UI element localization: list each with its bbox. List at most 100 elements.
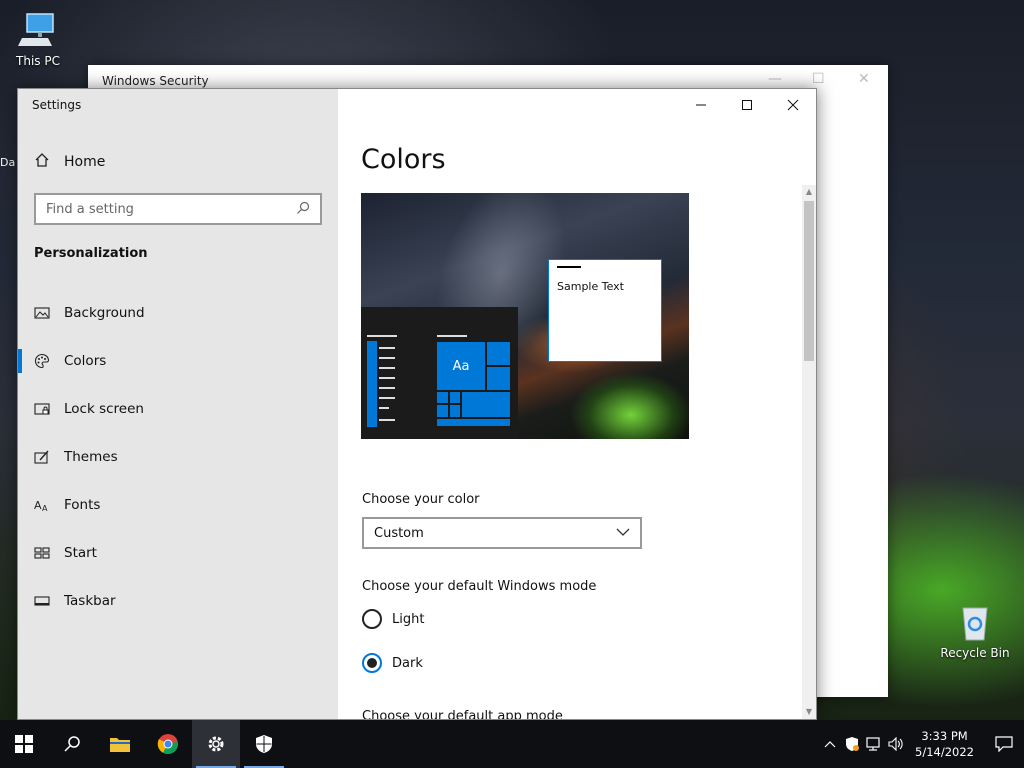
sidebar-item-label: Start [64, 545, 97, 561]
search-box[interactable] [34, 193, 322, 225]
network-icon [866, 737, 880, 751]
home-nav-item[interactable]: Home [34, 152, 105, 172]
search-input[interactable] [46, 201, 296, 217]
svg-text:A: A [34, 499, 42, 512]
file-explorer-button[interactable] [96, 720, 144, 768]
settings-button[interactable] [192, 720, 240, 768]
page-title: Colors [361, 144, 446, 175]
minimize-button[interactable] [678, 89, 724, 121]
shield-warning-icon [846, 737, 860, 751]
windows-mode-label: Choose your default Windows mode [362, 579, 597, 594]
desktop-icon-this-pc[interactable]: This PC [3, 10, 73, 68]
sidebar-item-colors[interactable]: Colors [18, 337, 338, 385]
desktop-icon-recycle-bin[interactable]: Recycle Bin [940, 602, 1010, 660]
desktop-icon-label: Recycle Bin [940, 646, 1010, 660]
radio-circle [362, 609, 382, 629]
search-button[interactable] [48, 720, 96, 768]
preview-tile [436, 418, 511, 427]
sidebar-item-taskbar[interactable]: Taskbar [18, 577, 338, 625]
desktop-icon-label: This PC [16, 54, 60, 68]
windows-security-icon [256, 735, 272, 753]
computer-icon [18, 10, 58, 50]
notification-icon [995, 736, 1013, 752]
sidebar-item-start[interactable]: Start [18, 529, 338, 577]
settings-icon [208, 736, 224, 752]
network-button[interactable] [863, 720, 885, 768]
action-center-button[interactable] [984, 720, 1024, 768]
brush-icon [34, 449, 50, 465]
scroll-up-arrow[interactable]: ▲ [802, 185, 816, 199]
radio-label: Light [392, 611, 425, 627]
sidebar-item-lock-screen[interactable]: Lock screen [18, 385, 338, 433]
clock-date: 5/14/2022 [915, 745, 974, 759]
picture-icon [34, 305, 50, 321]
sidebar-item-label: Lock screen [64, 401, 144, 417]
theme-preview: Aa Sample Text [361, 193, 689, 439]
scroll-thumb[interactable] [804, 201, 814, 361]
taskbar-icon [34, 593, 50, 609]
sidebar-item-label: Themes [64, 449, 118, 465]
preview-sample-window: Sample Text [548, 259, 662, 362]
lock-screen-icon [34, 401, 50, 417]
desktop-icon-partial-label: Da [0, 156, 16, 169]
sidebar-item-themes[interactable]: Themes [18, 433, 338, 481]
scroll-down-arrow[interactable]: ▼ [802, 705, 816, 719]
windows-mode-light-radio[interactable]: Light [362, 609, 424, 629]
palette-icon [34, 353, 50, 369]
choose-color-label: Choose your color [362, 492, 480, 507]
search-icon[interactable] [296, 200, 310, 219]
section-header: Personalization [34, 246, 148, 261]
start-icon [15, 735, 33, 753]
windows-security-button[interactable] [240, 720, 288, 768]
maximize-button[interactable]: ☐ [812, 71, 825, 87]
chrome-button[interactable] [144, 720, 192, 768]
sidebar-item-label: Fonts [64, 497, 101, 513]
preview-sample-text: Sample Text [557, 280, 624, 293]
show-hidden-icons-button[interactable] [819, 720, 841, 768]
preview-taskbar-column [367, 341, 377, 427]
color-dropdown-value: Custom [374, 525, 424, 541]
clock[interactable]: 3:33 PM 5/14/2022 [907, 728, 984, 760]
preview-tile [449, 404, 461, 418]
close-button[interactable]: ✕ [858, 71, 870, 87]
window-title: Settings [32, 98, 82, 112]
sidebar-item-fonts[interactable]: AA Fonts [18, 481, 338, 529]
preview-tile [486, 366, 511, 391]
preview-start-menu: Aa [361, 307, 518, 439]
sidebar-nav: Background Colors Lock screen Themes A A… [18, 289, 338, 625]
close-button[interactable] [770, 89, 816, 121]
settings-main: Colors Aa Sample Text Choose your color … [338, 89, 816, 719]
preview-tile [461, 391, 511, 418]
radio-circle [362, 653, 382, 673]
maximize-icon [742, 100, 752, 110]
windows-mode-dark-radio[interactable]: Dark [362, 653, 423, 673]
app-mode-label: Choose your default app mode [362, 709, 563, 719]
preview-tile [486, 341, 511, 366]
settings-window[interactable]: Settings Home Personalization Background [17, 88, 817, 720]
sidebar-item-label: Background [64, 305, 145, 321]
start-button[interactable] [0, 720, 48, 768]
sidebar-item-label: Colors [64, 353, 107, 369]
chevron-down-icon [616, 526, 630, 541]
home-icon [34, 152, 50, 172]
maximize-button[interactable] [724, 89, 770, 121]
preview-tile [436, 404, 449, 418]
font-icon: AA [34, 497, 50, 513]
scrollbar[interactable]: ▲ ▼ [802, 185, 816, 719]
recycle-bin-icon [955, 602, 995, 642]
search-icon [64, 736, 80, 752]
volume-icon [888, 737, 903, 751]
system-tray: 3:33 PM 5/14/2022 [819, 720, 1024, 768]
volume-button[interactable] [885, 720, 907, 768]
security-tray-button[interactable] [841, 720, 863, 768]
color-dropdown[interactable]: Custom [362, 517, 642, 549]
preview-tile [436, 391, 449, 404]
window-controls [678, 89, 816, 121]
radio-label: Dark [392, 655, 423, 671]
start-grid-icon [34, 545, 50, 561]
sidebar-item-background[interactable]: Background [18, 289, 338, 337]
minimize-button[interactable]: — [768, 71, 782, 87]
settings-sidebar: Settings Home Personalization Background [18, 89, 338, 719]
home-label: Home [64, 154, 106, 170]
chrome-icon [157, 734, 178, 754]
